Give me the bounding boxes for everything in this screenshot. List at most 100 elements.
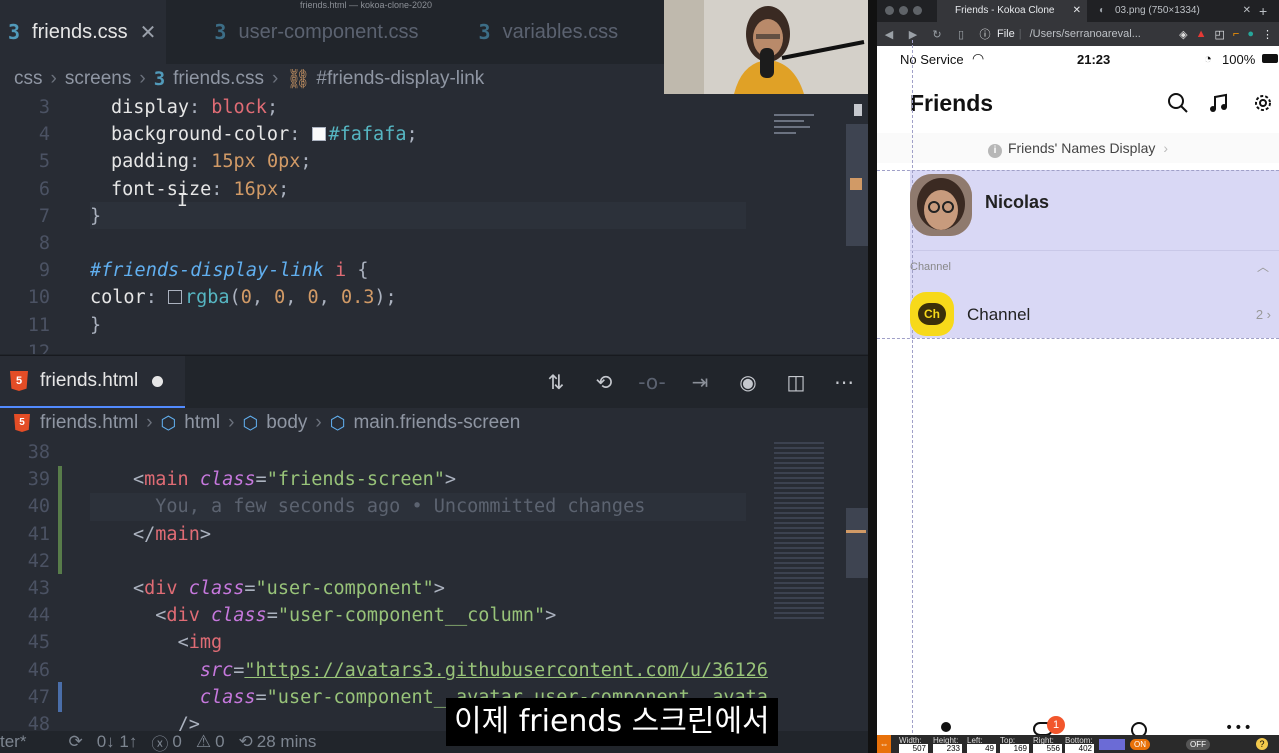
code-line[interactable]: 10 color: rgba(0, 0, 0, 0.3); [0, 284, 868, 311]
checkbox-extension-icon[interactable]: ◰ [1215, 28, 1225, 41]
code-text[interactable]: </main> [133, 521, 211, 548]
line-number[interactable]: 3 [0, 94, 50, 121]
code-line[interactable]: 44 <div class="user-component__column"> [0, 602, 868, 629]
back-icon[interactable]: ◀ [877, 28, 901, 41]
code-text[interactable]: } [90, 312, 101, 339]
user-name[interactable]: Nicolas [985, 192, 1049, 213]
line-number[interactable]: 5 [0, 148, 50, 175]
more-actions-icon[interactable]: ⋯ [820, 370, 868, 394]
line-number[interactable]: 6 [0, 176, 50, 203]
music-icon[interactable] [1208, 92, 1230, 114]
code-line[interactable]: 38 [0, 439, 868, 466]
previous-change-icon[interactable]: ⟲ [580, 370, 628, 394]
code-text[interactable]: <main class="friends-screen"> [133, 466, 456, 493]
color-swatch[interactable] [1099, 739, 1125, 750]
url-input[interactable]: /Users/serranoareval... [1030, 28, 1141, 40]
code-text[interactable]: <img [133, 629, 223, 656]
code-line[interactable]: 3 display: block; [0, 94, 868, 121]
new-tab-button[interactable]: + [1259, 0, 1279, 22]
toggle-off[interactable]: OFF [1186, 739, 1210, 750]
line-number[interactable]: 45 [0, 629, 50, 656]
code-text[interactable]: src="https://avatars3.githubusercontent.… [133, 657, 768, 684]
shield-icon[interactable]: ◈ [1179, 28, 1187, 41]
code-line[interactable]: 42 [0, 548, 868, 575]
line-number[interactable]: 41 [0, 521, 50, 548]
git-graph-icon[interactable]: ◉ [724, 370, 772, 394]
breadcrumb-item[interactable]: #friends-display-link [316, 68, 484, 90]
extension-m-icon[interactable]: ● [1247, 28, 1254, 41]
code-line[interactable]: 6 font-size: 16px; [0, 176, 868, 203]
error-icon[interactable]: ⓧ [151, 730, 168, 753]
tab-friends-html[interactable]: 5 friends.html [0, 356, 185, 408]
browser-tab-image[interactable]: ◐ 03.png (750×1334) ✕ [1091, 0, 1251, 22]
tab-variables-css[interactable]: 3 variables.css [471, 0, 619, 64]
channel-name[interactable]: Channel [967, 305, 1030, 325]
breadcrumb-item[interactable]: friends.html [40, 412, 138, 434]
error-count[interactable]: 0 [172, 732, 181, 752]
breadcrumb-item[interactable]: body [266, 412, 307, 434]
time-since-commit[interactable]: 28 mins [257, 732, 317, 752]
code-line[interactable]: 7} [0, 203, 868, 230]
line-number[interactable]: 39 [0, 466, 50, 493]
code-text[interactable]: display: block; [111, 94, 278, 121]
line-number[interactable]: 8 [0, 230, 50, 257]
code-text[interactable]: } [90, 203, 101, 230]
code-line[interactable]: 41 </main> [0, 521, 868, 548]
next-change-icon[interactable]: ⇥ [676, 370, 724, 394]
line-number[interactable]: 40 [0, 493, 50, 520]
code-text[interactable]: #friends-display-link i { [90, 257, 368, 284]
breadcrumb-item[interactable]: friends.css [173, 68, 264, 90]
ruler-extension-icon[interactable]: ⌐ [1233, 28, 1239, 41]
code-text[interactable]: padding: 15px 0px; [111, 148, 312, 175]
html-code-pane[interactable]: 38 39 <main class="friends-screen"> 40 You,… [0, 438, 868, 738]
minimize-window-icon[interactable] [899, 6, 908, 15]
code-text[interactable]: color: rgba(0, 0, 0, 0.3); [90, 284, 397, 311]
code-line[interactable]: 11} [0, 312, 868, 339]
code-text[interactable]: <div class="user-component__column"> [133, 602, 556, 629]
line-number[interactable]: 7 [0, 203, 50, 230]
css-code-pane[interactable]: I 3 display: block; 4 background-color: #fa… [0, 94, 868, 354]
branch-name[interactable]: ter* [0, 732, 26, 752]
line-number[interactable]: 43 [0, 575, 50, 602]
maximize-window-icon[interactable] [913, 6, 922, 15]
history-icon[interactable]: ⟲ [239, 732, 253, 752]
avatar[interactable] [910, 174, 972, 236]
code-line[interactable]: 46 src="https://avatars3.githubuserconte… [0, 657, 868, 684]
ruler-toggle-icon[interactable]: ⇔ [877, 735, 891, 753]
code-text[interactable]: <div class="user-component"> [133, 575, 445, 602]
code-line[interactable]: 39 <main class="friends-screen"> [0, 466, 868, 493]
code-line[interactable]: 40 You, a few seconds ago • Uncommitted … [0, 493, 868, 520]
code-line[interactable]: 4 background-color: #fafafa; [0, 121, 868, 148]
help-icon[interactable]: ? [1256, 738, 1268, 750]
breadcrumb-item[interactable]: html [184, 412, 220, 434]
close-icon[interactable]: ✕ [1243, 0, 1251, 22]
warning-extension-icon[interactable]: ▲ [1196, 28, 1207, 41]
unsaved-dot-icon[interactable] [152, 375, 164, 387]
line-number[interactable]: 11 [0, 312, 50, 339]
line-number[interactable]: 4 [0, 121, 50, 148]
breadcrumb-item[interactable]: css [14, 68, 43, 90]
browser-tab-friends[interactable]: Friends - Kokoa Clone ✕ [937, 0, 1087, 22]
info-icon[interactable]: ⓘ [973, 26, 997, 42]
code-text[interactable]: font-size: 16px; [111, 176, 289, 203]
toggle-on[interactable]: ON [1130, 739, 1150, 750]
line-number[interactable]: 46 [0, 657, 50, 684]
chevron-up-icon[interactable]: ︿ [1257, 258, 1269, 275]
friends-names-display-link[interactable]: i Friends' Names Display › [877, 133, 1279, 163]
code-line[interactable]: 12 [0, 339, 868, 354]
line-number[interactable]: 10 [0, 284, 50, 311]
reload-icon[interactable]: ↻ [925, 28, 949, 41]
close-icon[interactable]: ✕ [140, 20, 157, 45]
line-number[interactable]: 38 [0, 439, 50, 466]
code-line[interactable]: 8 [0, 230, 868, 257]
bookmark-icon[interactable]: ▯ [949, 28, 973, 41]
line-number[interactable]: 12 [0, 339, 50, 354]
commit-icon[interactable]: -o- [628, 370, 676, 394]
sync-icon[interactable]: ⟳ [68, 732, 82, 752]
warning-count[interactable]: 0 [215, 732, 224, 752]
gear-icon[interactable] [1252, 92, 1274, 114]
line-number[interactable]: 44 [0, 602, 50, 629]
code-line[interactable]: 45 <img [0, 629, 868, 656]
split-editor-icon[interactable]: ◫ [772, 370, 820, 394]
search-icon[interactable] [1167, 92, 1189, 114]
